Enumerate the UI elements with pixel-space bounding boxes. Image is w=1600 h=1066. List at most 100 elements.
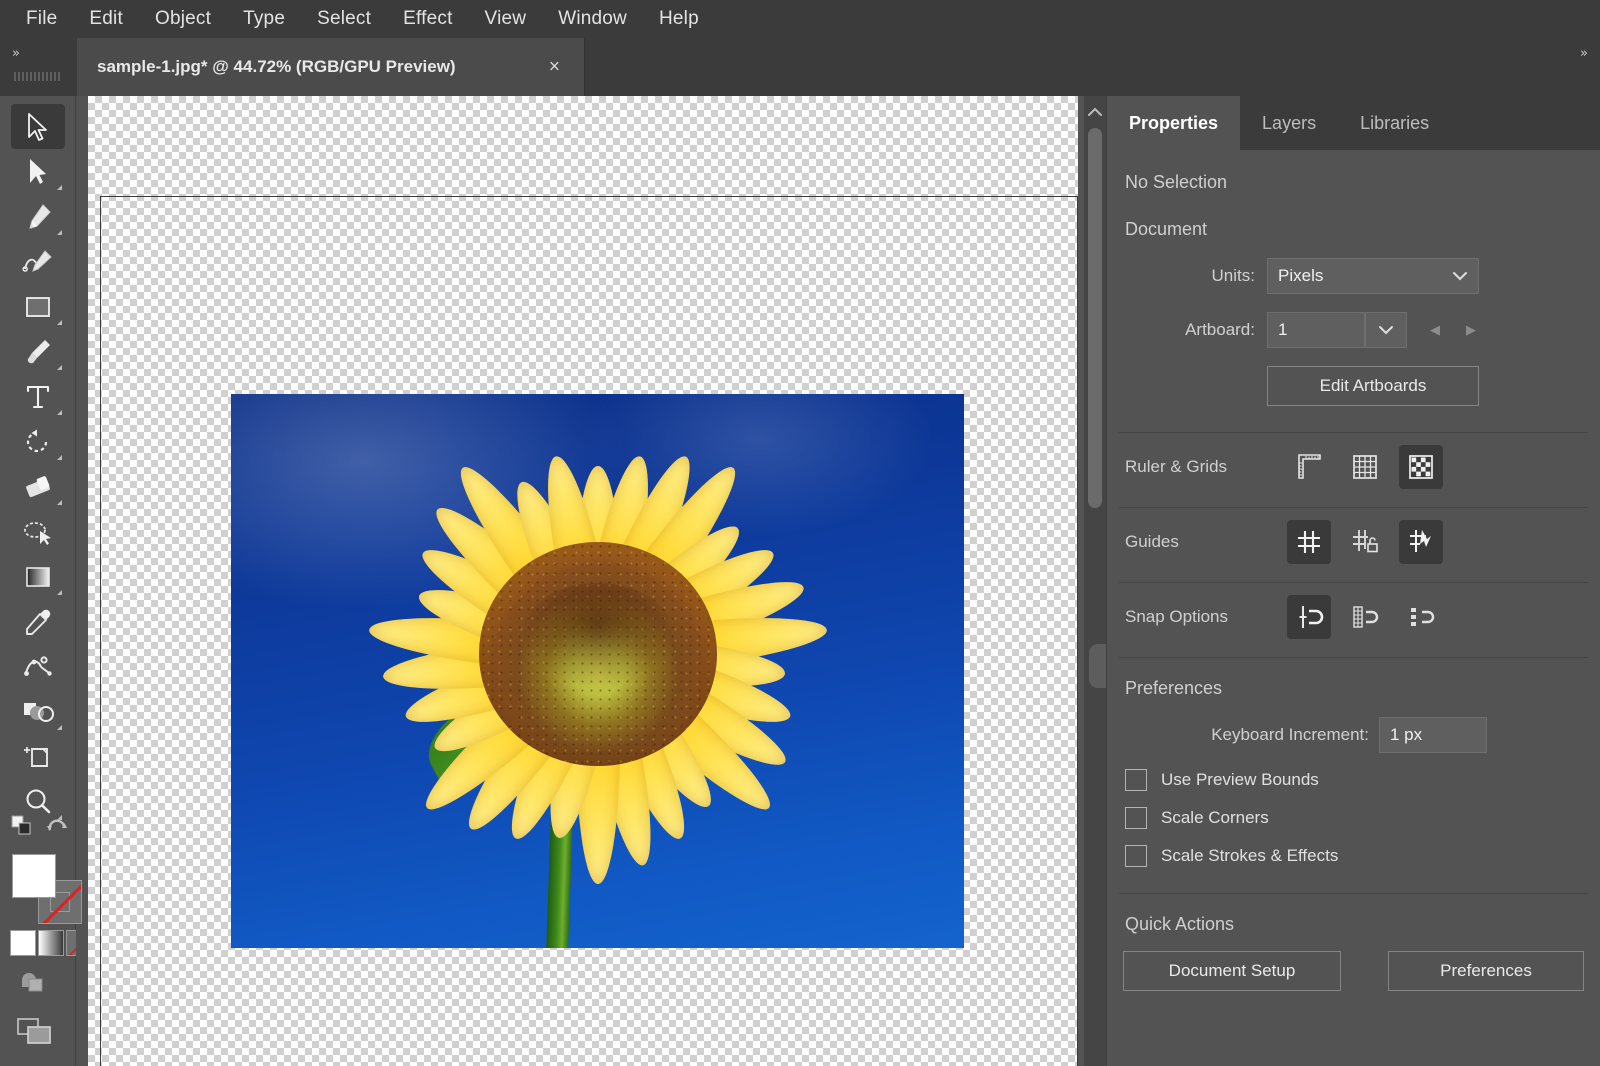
snap-to-point-icon[interactable] xyxy=(1287,595,1331,639)
menu-item-help[interactable]: Help xyxy=(643,0,715,38)
placed-image-sunflower[interactable] xyxy=(231,394,964,948)
shape-builder-tool[interactable] xyxy=(11,689,65,734)
menu-item-edit[interactable]: Edit xyxy=(73,0,139,38)
scrollbar-thumb[interactable] xyxy=(1088,128,1102,508)
tool-flyout-indicator xyxy=(56,185,62,190)
show-guides-icon[interactable] xyxy=(1287,520,1331,564)
artboard-select-chevron[interactable] xyxy=(1365,312,1407,348)
menu-bar: File Edit Object Type Select Effect View… xyxy=(0,0,1600,38)
quick-actions-row: Document Setup Preferences xyxy=(1107,951,1600,991)
pen-tool[interactable] xyxy=(11,194,65,239)
toolbar-header: » xyxy=(0,38,76,96)
checkbox-label: Scale Strokes & Effects xyxy=(1161,846,1339,865)
eraser-tool[interactable] xyxy=(11,464,65,509)
snap-to-grid-icon[interactable] xyxy=(1343,595,1387,639)
close-icon[interactable]: × xyxy=(549,58,560,77)
properties-panel: Properties Layers Libraries No Selection… xyxy=(1106,96,1600,1066)
panel-resize-grip[interactable] xyxy=(1089,644,1106,688)
type-tool[interactable] xyxy=(11,374,65,419)
fill-swatch[interactable] xyxy=(12,854,56,898)
tool-flyout-indicator xyxy=(56,500,62,505)
paintbrush-tool[interactable] xyxy=(11,329,65,374)
tools-panel xyxy=(0,96,90,1066)
preferences-heading: Preferences xyxy=(1125,678,1223,698)
divider xyxy=(1119,507,1588,508)
artboard-next-button[interactable]: ▶ xyxy=(1457,316,1485,344)
menu-item-window[interactable]: Window xyxy=(542,0,643,38)
smart-guides-icon[interactable] xyxy=(1399,520,1443,564)
artboard-input[interactable]: 1 xyxy=(1267,312,1365,348)
gradient-tool[interactable] xyxy=(11,554,65,599)
lock-guides-icon[interactable] xyxy=(1343,520,1387,564)
snap-to-pixel-icon[interactable] xyxy=(1399,595,1443,639)
default-fill-stroke-icon[interactable] xyxy=(46,816,68,841)
checkbox-box xyxy=(1125,807,1147,829)
fill-stroke-controls xyxy=(0,812,76,848)
color-button[interactable] xyxy=(10,930,36,956)
tools-bottom-cluster xyxy=(0,812,90,1066)
units-row: Units: Pixels xyxy=(1107,258,1600,294)
menu-item-select[interactable]: Select xyxy=(301,0,387,38)
guides-row: Guides xyxy=(1107,520,1600,564)
document-tab-title: sample-1.jpg* @ 44.72% (RGB/GPU Preview) xyxy=(97,57,456,76)
tab-properties[interactable]: Properties xyxy=(1107,96,1241,150)
tool-flyout-indicator xyxy=(56,455,62,460)
canvas-area[interactable] xyxy=(76,96,1106,1066)
units-value: Pixels xyxy=(1278,266,1324,285)
tab-layers[interactable]: Layers xyxy=(1240,96,1338,150)
rotate-tool[interactable] xyxy=(11,419,65,464)
swap-fill-stroke-icon[interactable] xyxy=(10,814,34,843)
show-rulers-icon[interactable] xyxy=(1287,445,1331,489)
scale-strokes-effects-checkbox[interactable]: Scale Strokes & Effects xyxy=(1107,845,1600,867)
selection-status: No Selection xyxy=(1125,172,1228,192)
tool-flyout-indicator xyxy=(56,320,62,325)
menu-item-type[interactable]: Type xyxy=(227,0,301,38)
screen-mode-button[interactable] xyxy=(0,1010,76,1066)
preferences-button[interactable]: Preferences xyxy=(1388,951,1584,991)
panel-tabs: Properties Layers Libraries xyxy=(1107,96,1600,150)
checkbox-box xyxy=(1125,845,1147,867)
show-transparency-grid-icon[interactable] xyxy=(1399,445,1443,489)
menu-item-effect[interactable]: Effect xyxy=(387,0,468,38)
properties-panel-body: No Selection Document Units: Pixels Artb… xyxy=(1107,150,1600,1066)
tab-libraries[interactable]: Libraries xyxy=(1338,96,1451,150)
disc-shadow xyxy=(521,582,674,691)
scale-corners-checkbox[interactable]: Scale Corners xyxy=(1107,807,1600,829)
menu-item-file[interactable]: File xyxy=(10,0,73,38)
blend-tool[interactable] xyxy=(11,644,65,689)
ruler-grids-label: Ruler & Grids xyxy=(1125,457,1228,476)
document-setup-button[interactable]: Document Setup xyxy=(1123,951,1341,991)
sunflower-disc xyxy=(478,542,717,767)
snap-options-label: Snap Options xyxy=(1125,607,1229,626)
units-select[interactable]: Pixels xyxy=(1267,258,1479,294)
keyboard-increment-value: 1 px xyxy=(1390,725,1423,744)
canvas-vertical-scrollbar[interactable] xyxy=(1084,96,1106,1066)
edit-artboards-button[interactable]: Edit Artboards xyxy=(1267,366,1479,406)
eyedropper-tool[interactable] xyxy=(11,599,65,644)
direct-selection-tool[interactable] xyxy=(11,149,65,194)
drawing-modes xyxy=(0,962,76,1010)
artboard-tool[interactable] xyxy=(11,734,65,779)
menu-item-object[interactable]: Object xyxy=(139,0,227,38)
artboard-prev-button[interactable]: ◀ xyxy=(1421,316,1449,344)
tool-flyout-indicator xyxy=(56,590,62,595)
use-preview-bounds-checkbox[interactable]: Use Preview Bounds xyxy=(1107,769,1600,791)
menu-item-view[interactable]: View xyxy=(469,0,543,38)
panel-collapse-icon[interactable]: » xyxy=(1580,46,1588,61)
gradient-button[interactable] xyxy=(38,930,64,956)
artboard-label: Artboard: xyxy=(1185,320,1255,339)
scale-tool[interactable] xyxy=(11,509,65,554)
rectangle-tool[interactable] xyxy=(11,284,65,329)
toolbar-expand-icon[interactable]: » xyxy=(12,46,20,61)
scroll-up-icon[interactable] xyxy=(1084,102,1106,122)
divider xyxy=(1119,582,1588,583)
show-grid-icon[interactable] xyxy=(1343,445,1387,489)
curvature-tool[interactable] xyxy=(11,239,65,284)
selection-tool[interactable] xyxy=(10,104,65,149)
keyboard-increment-label: Keyboard Increment: xyxy=(1211,725,1369,744)
document-tab[interactable]: sample-1.jpg* @ 44.72% (RGB/GPU Preview)… xyxy=(77,38,585,96)
document-tab-bar: » sample-1.jpg* @ 44.72% (RGB/GPU Previe… xyxy=(0,38,1600,96)
artboard-row: Artboard: 1 ◀ ▶ xyxy=(1107,312,1600,348)
toolbar-drag-handle[interactable] xyxy=(14,72,60,81)
keyboard-increment-input[interactable]: 1 px xyxy=(1379,717,1487,753)
